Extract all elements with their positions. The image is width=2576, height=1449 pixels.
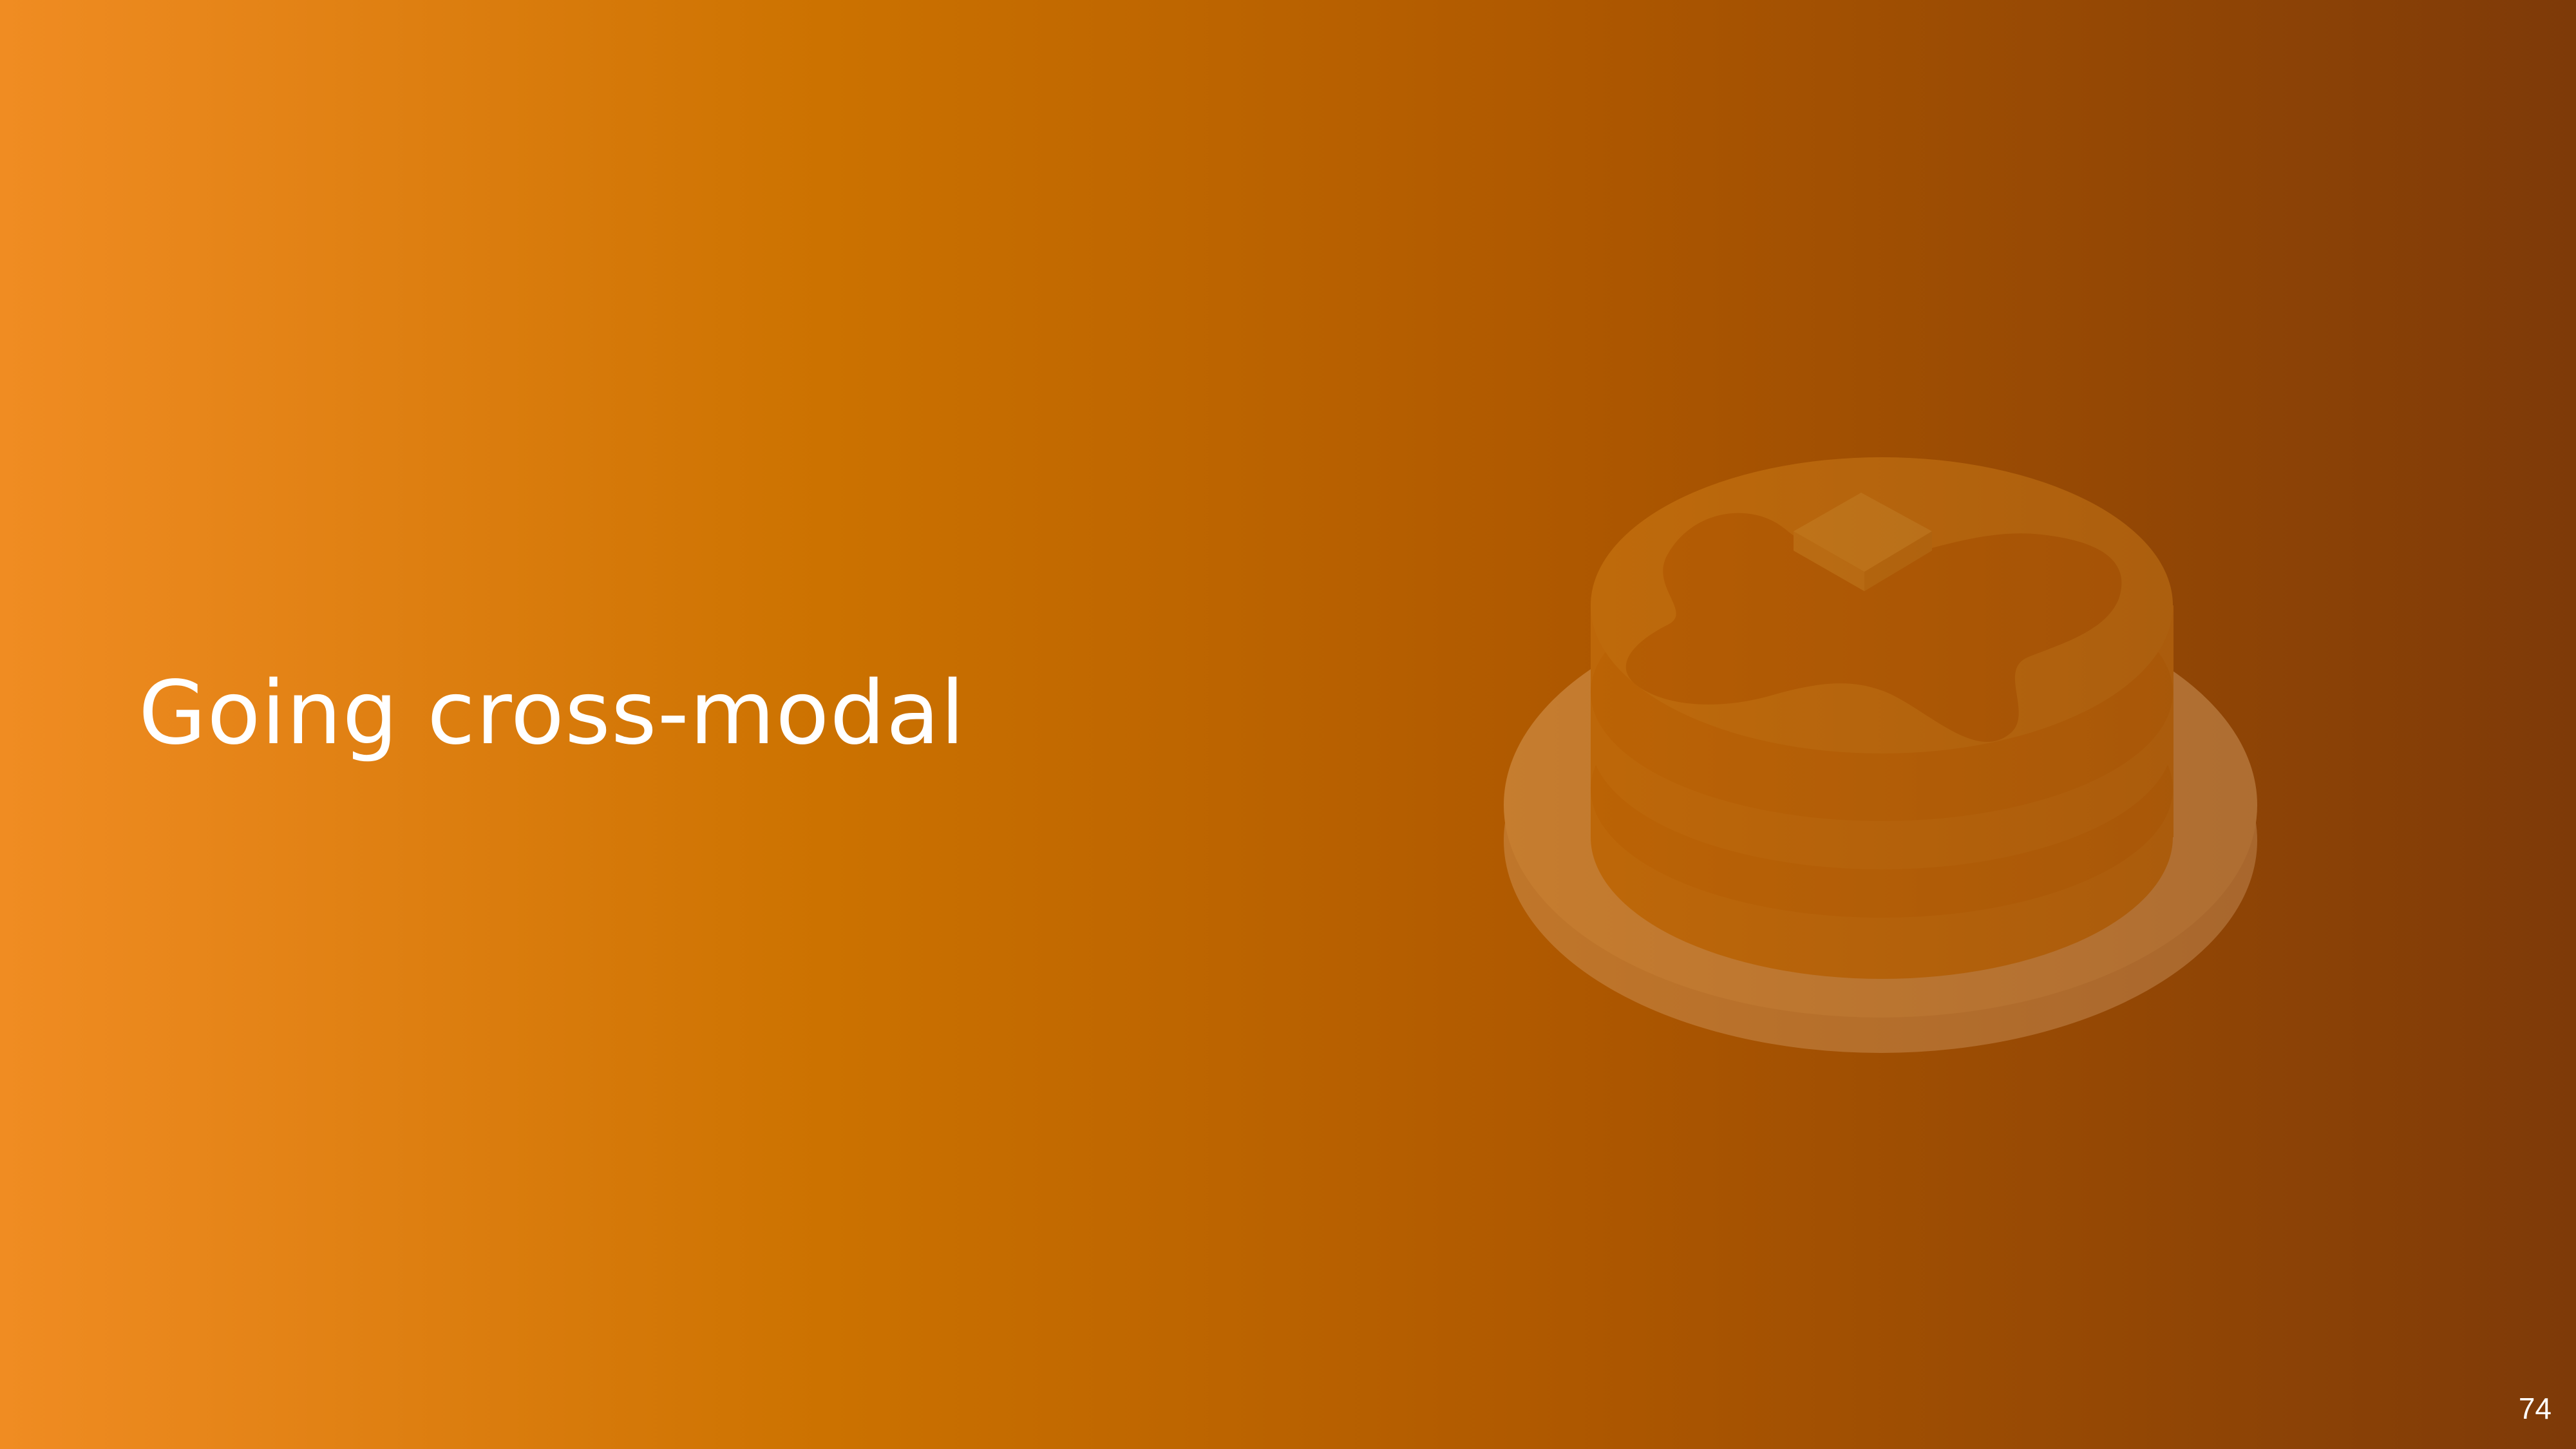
slide-title: Going cross-modal <box>138 663 965 764</box>
slide: Going cross-modal 74 <box>0 0 2576 1449</box>
page-number: 74 <box>2518 1392 2552 1425</box>
pancake-stack-icon <box>1504 457 2257 1053</box>
